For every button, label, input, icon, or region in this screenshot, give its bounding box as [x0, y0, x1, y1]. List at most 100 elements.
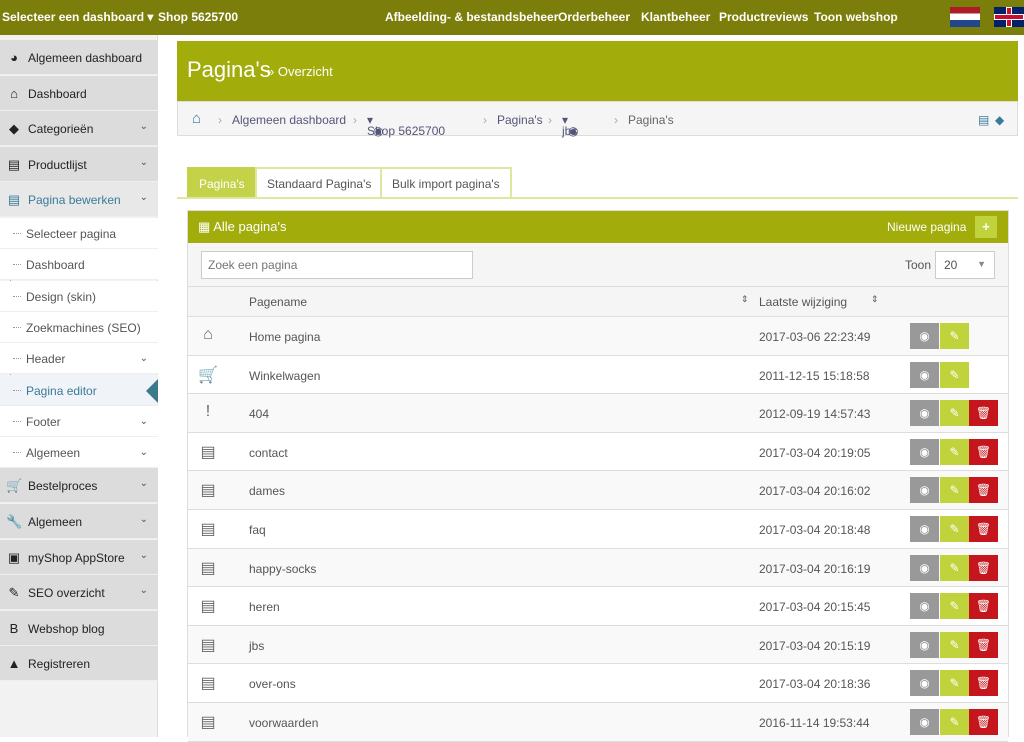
edit-button[interactable]: ✎ [940, 670, 969, 697]
sidebar-subitem[interactable]: Design (skin) [0, 280, 158, 312]
delete-button[interactable]: 🗑 [969, 670, 998, 697]
sidebar-item[interactable]: 🔧 Algemeen ⌄ [0, 504, 158, 539]
page-name[interactable]: 404 [249, 407, 269, 421]
breadcrumb-item[interactable]: Shop 5625700 ▾ ◉ [367, 113, 445, 138]
file-icon: ▤ [7, 192, 21, 208]
sidebar-item[interactable]: ▤ Productlijst ⌄ [0, 146, 158, 182]
page-name[interactable]: faq [249, 523, 266, 537]
col-last-modified[interactable]: Laatste wijziging [759, 295, 847, 309]
nav-files[interactable]: Afbeelding- & bestandsbeheer [385, 10, 558, 24]
view-button[interactable]: ◉ [910, 477, 939, 504]
edit-button[interactable]: ✎ [940, 361, 969, 388]
sidebar-subitem[interactable]: Header ⌄ [0, 343, 158, 375]
view-button[interactable]: ◉ [910, 516, 939, 542]
delete-button[interactable]: 🗑 [969, 516, 998, 542]
file-icon[interactable]: ▤ [978, 113, 989, 127]
page-name[interactable]: happy-socks [249, 562, 316, 576]
sidebar-subitem[interactable]: Algemeen ⌄ [0, 437, 158, 469]
sidebar-item[interactable]: B Webshop blog [0, 610, 158, 646]
nav-show-webshop[interactable]: Toon webshop [814, 10, 898, 24]
view-button[interactable]: ◉ [910, 631, 939, 658]
edit-button[interactable]: ✎ [940, 593, 969, 620]
sidebar-subitem[interactable]: Pagina editor [0, 374, 158, 406]
edit-button[interactable]: ✎ [940, 631, 969, 658]
page-name[interactable]: Winkelwagen [249, 369, 320, 383]
sidebar-subitem[interactable]: Zoekmachines (SEO) [0, 311, 158, 343]
sidebar-item[interactable]: ▲ Registreren [0, 646, 158, 682]
last-modified: 2017-03-04 20:18:36 [759, 677, 871, 692]
view-button[interactable]: ◉ [910, 709, 939, 735]
delete-button[interactable]: 🗑 [969, 400, 998, 427]
view-button[interactable]: ◉ [910, 438, 939, 465]
view-button[interactable]: ◉ [910, 670, 939, 697]
sidebar-item[interactable]: ✎ SEO overzicht ⌄ [0, 575, 158, 611]
sidebar-subitem[interactable]: Footer ⌄ [0, 405, 158, 437]
tab-paginas[interactable]: Pagina's [187, 167, 257, 198]
edit-button[interactable]: ✎ [940, 323, 969, 349]
delete-button[interactable]: 🗑 [969, 631, 998, 658]
page-name[interactable]: contact [249, 446, 288, 460]
view-button[interactable]: ◉ [910, 323, 939, 349]
page-name[interactable]: Home pagina [249, 330, 320, 344]
eye-icon: ◉ [373, 124, 384, 138]
delete-button[interactable]: 🗑 [969, 554, 998, 581]
sidebar-item[interactable]: 🛒 Bestelproces ⌄ [0, 468, 158, 504]
dashboard-select[interactable]: Selecteer een dashboard ▾ [2, 10, 153, 24]
tab-bulk-import[interactable]: Bulk import pagina's [380, 167, 512, 198]
sidebar-item[interactable]: ▤ Pagina bewerken ⌄ [0, 182, 158, 218]
last-modified: 2017-03-04 20:16:02 [759, 484, 871, 499]
uk-flag-icon[interactable] [994, 7, 1024, 27]
home-icon[interactable]: ⌂ [192, 110, 201, 127]
page-name[interactable]: dames [249, 484, 285, 498]
delete-button[interactable]: 🗑 [969, 593, 998, 620]
cart-icon: 🛒 [6, 478, 23, 494]
edit-button[interactable]: ✎ [940, 400, 969, 427]
sidebar-subitem[interactable]: Dashboard [0, 249, 158, 281]
breadcrumb-item[interactable]: jbs ▾ ◉ [562, 113, 579, 138]
last-modified: 2017-03-04 20:18:48 [759, 523, 871, 537]
breadcrumb-item[interactable]: Pagina's [497, 113, 543, 127]
play-icon: ▣ [7, 549, 21, 565]
page-name[interactable]: heren [249, 600, 280, 614]
edit-button[interactable]: ✎ [940, 516, 969, 542]
search-input[interactable] [201, 251, 473, 279]
delete-button[interactable]: 🗑 [969, 709, 998, 735]
nav-reviews[interactable]: Productreviews [719, 10, 808, 24]
page-name[interactable]: voorwaarden [249, 716, 318, 730]
plus-icon[interactable]: + [975, 216, 997, 238]
sidebar-subitem[interactable]: Selecteer pagina [0, 218, 158, 249]
nav-customers[interactable]: Klantbeheer [641, 10, 710, 24]
tags-icon: ◆ [9, 121, 19, 137]
view-button[interactable]: ◉ [910, 593, 939, 620]
sort-icon[interactable]: ⇕ [741, 294, 749, 305]
edit-button[interactable]: ✎ [940, 709, 969, 735]
sidebar-item[interactable]: ◕ Algemeen dashboard [0, 40, 158, 75]
sidebar-item[interactable]: ◆ Categorieën ⌄ [0, 111, 158, 147]
col-pagename[interactable]: Pagename [249, 295, 307, 309]
view-button[interactable]: ◉ [910, 554, 939, 581]
edit-button[interactable]: ✎ [940, 438, 969, 465]
table-row: ▤ faq 2017-03-04 20:18:48 ◉ ✎ 🗑 [188, 510, 1008, 549]
delete-button[interactable]: 🗑 [969, 438, 998, 465]
edit-button[interactable]: ✎ [940, 554, 969, 581]
view-button[interactable]: ◉ [910, 361, 939, 388]
page-name[interactable]: jbs [249, 639, 264, 653]
tags-icon[interactable]: ◆ [995, 113, 1004, 127]
nl-flag-icon[interactable] [950, 7, 980, 27]
sort-icon[interactable]: ⇕ [871, 294, 879, 305]
edit-button[interactable]: ✎ [940, 477, 969, 504]
new-page-label[interactable]: Nieuwe pagina [887, 220, 966, 234]
breadcrumb-item[interactable]: Algemeen dashboard [232, 113, 346, 127]
shop-label[interactable]: Shop 5625700 [158, 10, 238, 24]
sidebar-item[interactable]: ▣ myShop AppStore ⌄ [0, 539, 158, 575]
page-size-select[interactable]: 20 ▼ [935, 251, 995, 279]
file-icon: ▤ [200, 443, 216, 461]
warning-icon: ▲ [7, 656, 21, 672]
nav-orders[interactable]: Orderbeheer [558, 10, 630, 24]
sidebar-item[interactable]: ⌂ Dashboard [0, 75, 158, 111]
view-button[interactable]: ◉ [910, 400, 939, 427]
page-name[interactable]: over-ons [249, 677, 296, 691]
chevron-down-icon: ⌄ [139, 121, 148, 133]
tab-standaard-paginas[interactable]: Standaard Pagina's [255, 167, 384, 198]
delete-button[interactable]: 🗑 [969, 477, 998, 504]
